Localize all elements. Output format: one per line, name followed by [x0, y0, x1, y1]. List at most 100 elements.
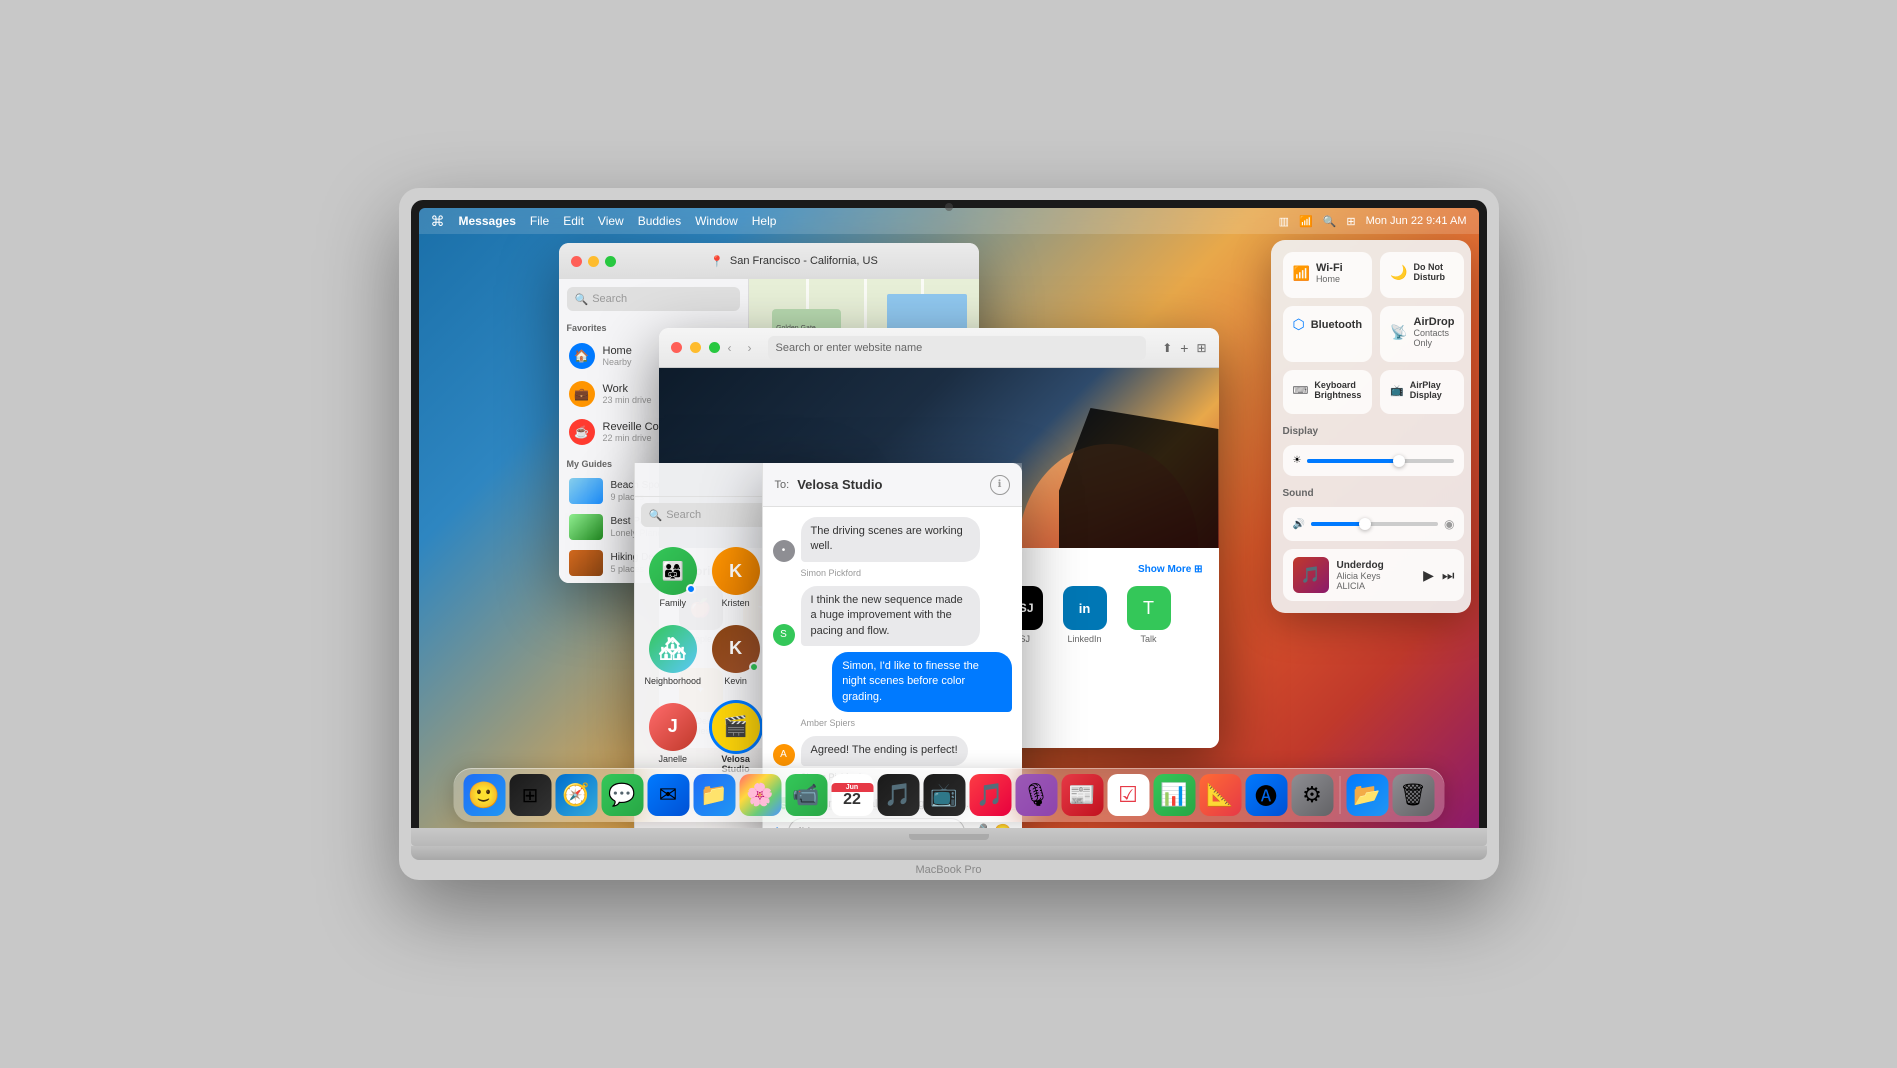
dock-facetime[interactable]: 📹 — [785, 774, 827, 816]
wifi-icon: 📶 — [1293, 265, 1310, 282]
dock-music-itunes[interactable]: 🎵 — [877, 774, 919, 816]
menu-buddies[interactable]: Buddies — [638, 214, 681, 228]
airdrop-icon: 📡 — [1390, 324, 1407, 341]
dock-music[interactable]: 🎵 — [969, 774, 1011, 816]
dock-files[interactable]: 📁 — [693, 774, 735, 816]
dock-news[interactable]: 📰 — [1061, 774, 1103, 816]
fav-li-label: LinkedIn — [1067, 634, 1101, 645]
np-artist: Alicia Keys — [1337, 571, 1416, 581]
fav-talk[interactable]: T Talk — [1123, 586, 1175, 656]
contact-kristen[interactable]: K Kristen — [707, 541, 764, 615]
dock-safari[interactable]: 🧭 — [555, 774, 597, 816]
cc-dnd-tile[interactable]: 🌙 Do Not Disturb — [1380, 252, 1464, 298]
menu-edit[interactable]: Edit — [563, 214, 584, 228]
dock-settings-icon: ⚙ — [1302, 782, 1322, 808]
dock-music-icon: 🎵 — [976, 782, 1003, 808]
msg-avatar-amber: A — [773, 744, 795, 766]
maximize-button[interactable] — [605, 256, 616, 267]
safari-grid-icon[interactable]: ⊞ — [1196, 341, 1206, 355]
airplay-icon: 📺 — [1390, 384, 1404, 397]
msg-sender-simon: Simon Pickford — [801, 568, 1012, 578]
contact-neighborhood[interactable]: 🏘 Neighborhood — [643, 619, 704, 693]
menubar-left: ⌘ Messages File Edit View Buddies Window… — [431, 213, 777, 230]
cc-keyboard-tile[interactable]: ⌨ Keyboard Brightness — [1283, 370, 1373, 414]
safari-share-icon[interactable]: ⬆ — [1162, 341, 1172, 355]
contact-kevin[interactable]: K Kevin — [707, 619, 764, 693]
apple-menu-icon[interactable]: ⌘ — [431, 213, 445, 230]
guide-beach-thumb — [569, 478, 603, 504]
safari-close[interactable] — [671, 342, 682, 353]
dock-podcasts[interactable]: 🎙 — [1015, 774, 1057, 816]
safari-forward-icon[interactable]: › — [748, 341, 752, 355]
contact-family[interactable]: 👨‍👩‍👧 Family — [643, 541, 704, 615]
cc-sound-right-icon: ◉ — [1444, 517, 1454, 531]
dock-keynote[interactable]: 📐 — [1199, 774, 1241, 816]
chat-emoji-icon[interactable]: 🙂 — [994, 823, 1011, 828]
safari-minimize[interactable] — [690, 342, 701, 353]
chat-app-icon[interactable]: A — [773, 824, 782, 829]
maps-search-placeholder: Search — [592, 293, 627, 305]
msg-bubble-3: Simon, I'd like to finesse the night sce… — [832, 652, 1011, 712]
contact-janelle-name: Janelle — [659, 754, 688, 765]
dock-appstore[interactable]: 🅐 — [1245, 774, 1287, 816]
msg-row-3: Simon, I'd like to finesse the night sce… — [773, 652, 1012, 712]
minimize-button[interactable] — [588, 256, 599, 267]
dock-reminders[interactable]: ☑ — [1107, 774, 1149, 816]
msg-row-4: A Agreed! The ending is perfect! — [773, 736, 1012, 765]
dock-mail[interactable]: ✉ — [647, 774, 689, 816]
menu-view[interactable]: View — [598, 214, 624, 228]
maps-search-input[interactable]: 🔍 Search — [567, 287, 740, 311]
chat-info-button[interactable]: ℹ — [990, 475, 1010, 495]
cc-sound-slider[interactable] — [1311, 522, 1438, 526]
dock-calendar[interactable]: Jun 22 — [831, 774, 873, 816]
msg-bubble-4: Agreed! The ending is perfect! — [801, 736, 968, 765]
dock-appletv[interactable]: 📺 — [923, 774, 965, 816]
safari-add-tab-icon[interactable]: + — [1180, 340, 1188, 356]
menubar-control-center-icon[interactable]: ⊞ — [1346, 215, 1355, 228]
family-dot — [686, 584, 696, 594]
contact-kristen-name: Kristen — [722, 598, 750, 609]
dock-numbers[interactable]: 📊 — [1153, 774, 1195, 816]
chat-input-placeholder: iMessage — [799, 826, 846, 829]
cc-wifi-sub: Home — [1316, 274, 1343, 284]
dock-finder[interactable]: 🙂 — [463, 774, 505, 816]
menu-help[interactable]: Help — [752, 214, 777, 228]
cc-bluetooth-label: Bluetooth — [1311, 319, 1362, 331]
dock-launchpad[interactable]: ⊞ — [509, 774, 551, 816]
cc-wifi-tile[interactable]: 📶 Wi-Fi Home — [1283, 252, 1373, 298]
safari-show-more[interactable]: Show More ⊞ — [1138, 564, 1203, 578]
keyboard-icon: ⌨ — [1293, 384, 1309, 397]
cc-sound-tile[interactable]: 🔊 ◉ — [1283, 507, 1465, 541]
menubar-search-icon[interactable]: 🔍 — [1323, 215, 1337, 228]
dnd-icon: 🌙 — [1390, 264, 1407, 281]
cc-airplay-tile[interactable]: 📺 AirPlay Display — [1380, 370, 1464, 414]
cc-display-tile[interactable]: ☀ — [1283, 445, 1465, 476]
menubar: ⌘ Messages File Edit View Buddies Window… — [419, 208, 1479, 234]
dock-keynote-icon: 📐 — [1206, 782, 1233, 808]
cc-bluetooth-tile[interactable]: ⬡ Bluetooth — [1283, 306, 1373, 362]
menu-file[interactable]: File — [530, 214, 549, 228]
safari-back-icon[interactable]: ‹ — [728, 341, 732, 355]
cc-airdrop-tile[interactable]: 📡 AirDrop Contacts Only — [1380, 306, 1464, 362]
safari-maximize[interactable] — [709, 342, 720, 353]
dock-trash-icon: 🗑 — [1399, 782, 1427, 808]
chat-messages-list: • The driving scenes are working well. S… — [763, 507, 1022, 809]
fav-talk-icon: T — [1127, 586, 1171, 630]
neighborhood-avatar: 🏘 — [649, 625, 697, 673]
dock-photos[interactable]: 🌸 — [739, 774, 781, 816]
menu-window[interactable]: Window — [695, 214, 738, 228]
dock-messages[interactable]: 💬 — [601, 774, 643, 816]
msg-bubble-2: I think the new sequence made a huge imp… — [801, 586, 980, 646]
close-button[interactable] — [571, 256, 582, 267]
dock-trash[interactable]: 🗑 — [1392, 774, 1434, 816]
np-play-button[interactable]: ▶ — [1423, 567, 1434, 584]
np-skip-button[interactable]: ⏭ — [1442, 567, 1455, 584]
menubar-wifi-icon[interactable]: 📶 — [1299, 215, 1313, 228]
cc-display-slider[interactable] — [1307, 459, 1454, 463]
msg-sender-amber: Amber Spiers — [801, 718, 1012, 728]
dock-settings[interactable]: ⚙ — [1291, 774, 1333, 816]
chat-audio-icon[interactable]: 🎤 — [971, 823, 988, 828]
safari-url-bar[interactable]: Search or enter website name — [768, 336, 1147, 360]
dock-stacks[interactable]: 📂 — [1346, 774, 1388, 816]
fav-linkedin[interactable]: in LinkedIn — [1059, 586, 1111, 656]
